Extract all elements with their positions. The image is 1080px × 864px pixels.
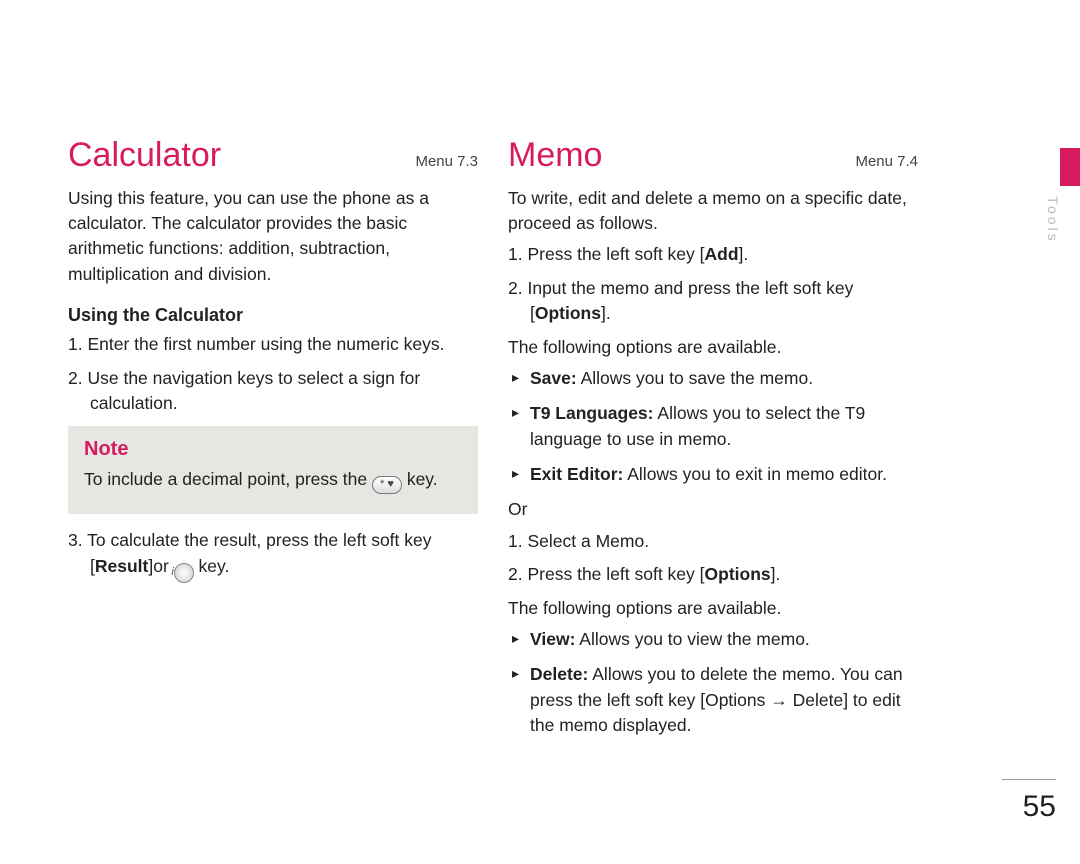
calculator-menu-ref: Menu 7.3 xyxy=(415,153,478,170)
memo-options-list-b: View: Allows you to view the memo. Delet… xyxy=(508,627,918,739)
page-number-rule xyxy=(1002,779,1056,780)
memo-menu-ref: Menu 7.4 xyxy=(855,153,918,170)
two-column-layout: Calculator Menu 7.3 Using this feature, … xyxy=(68,135,990,748)
using-calculator-subhead: Using the Calculator xyxy=(68,305,478,326)
option-exit-editor: Exit Editor: Allows you to exit in memo … xyxy=(508,462,918,487)
memo-step-b2: 2. Press the left soft key [Options]. xyxy=(508,562,918,587)
option-view: View: Allows you to view the memo. xyxy=(508,627,918,652)
memo-options-list-a: Save: Allows you to save the memo. T9 La… xyxy=(508,366,918,488)
right-column: Memo Menu 7.4 To write, edit and delete … xyxy=(508,135,918,748)
memo-step-b1: 1. Select a Memo. xyxy=(508,529,918,554)
calc-step-1: 1. Enter the first number using the nume… xyxy=(68,332,478,357)
side-color-tab xyxy=(1060,148,1080,186)
calculator-intro: Using this feature, you can use the phon… xyxy=(68,186,478,288)
note-box: Note To include a decimal point, press t… xyxy=(68,426,478,514)
calculator-steps-1-2: 1. Enter the first number using the nume… xyxy=(68,332,478,416)
memo-steps-a: 1. Press the left soft key [Add]. 2. Inp… xyxy=(508,242,918,326)
calc-step-2: 2. Use the navigation keys to select a s… xyxy=(68,366,478,417)
option-t9: T9 Languages: Allows you to select the T… xyxy=(508,401,918,452)
or-separator: Or xyxy=(508,497,918,522)
page-number: 55 xyxy=(1023,790,1056,824)
memo-intro: To write, edit and delete a memo on a sp… xyxy=(508,186,918,237)
memo-heading-row: Memo Menu 7.4 xyxy=(508,135,918,180)
calculator-step-3: 3. To calculate the result, press the le… xyxy=(68,528,478,582)
calculator-heading-row: Calculator Menu 7.3 xyxy=(68,135,478,180)
option-delete: Delete: Allows you to delete the memo. Y… xyxy=(508,662,918,738)
memo-options-intro-b: The following options are available. xyxy=(508,596,918,621)
memo-steps-b: 1. Select a Memo. 2. Press the left soft… xyxy=(508,529,918,588)
memo-step-a1: 1. Press the left soft key [Add]. xyxy=(508,242,918,267)
memo-title: Memo xyxy=(508,138,602,174)
note-title: Note xyxy=(84,438,462,461)
calculator-title: Calculator xyxy=(68,138,221,174)
chapter-side-label: Tools xyxy=(1045,196,1061,244)
option-save: Save: Allows you to save the memo. xyxy=(508,366,918,391)
memo-options-intro-a: The following options are available. xyxy=(508,335,918,360)
calc-step-3: 3. To calculate the result, press the le… xyxy=(68,528,478,582)
note-body: To include a decimal point, press the * … xyxy=(84,467,462,494)
star-key-icon: * ♥ xyxy=(372,476,402,494)
info-key-icon: i xyxy=(174,563,194,583)
left-column: Calculator Menu 7.3 Using this feature, … xyxy=(68,135,478,748)
manual-page: Tools 55 Calculator Menu 7.3 Using this … xyxy=(0,0,1080,864)
memo-step-a2: 2. Input the memo and press the left sof… xyxy=(508,276,918,327)
